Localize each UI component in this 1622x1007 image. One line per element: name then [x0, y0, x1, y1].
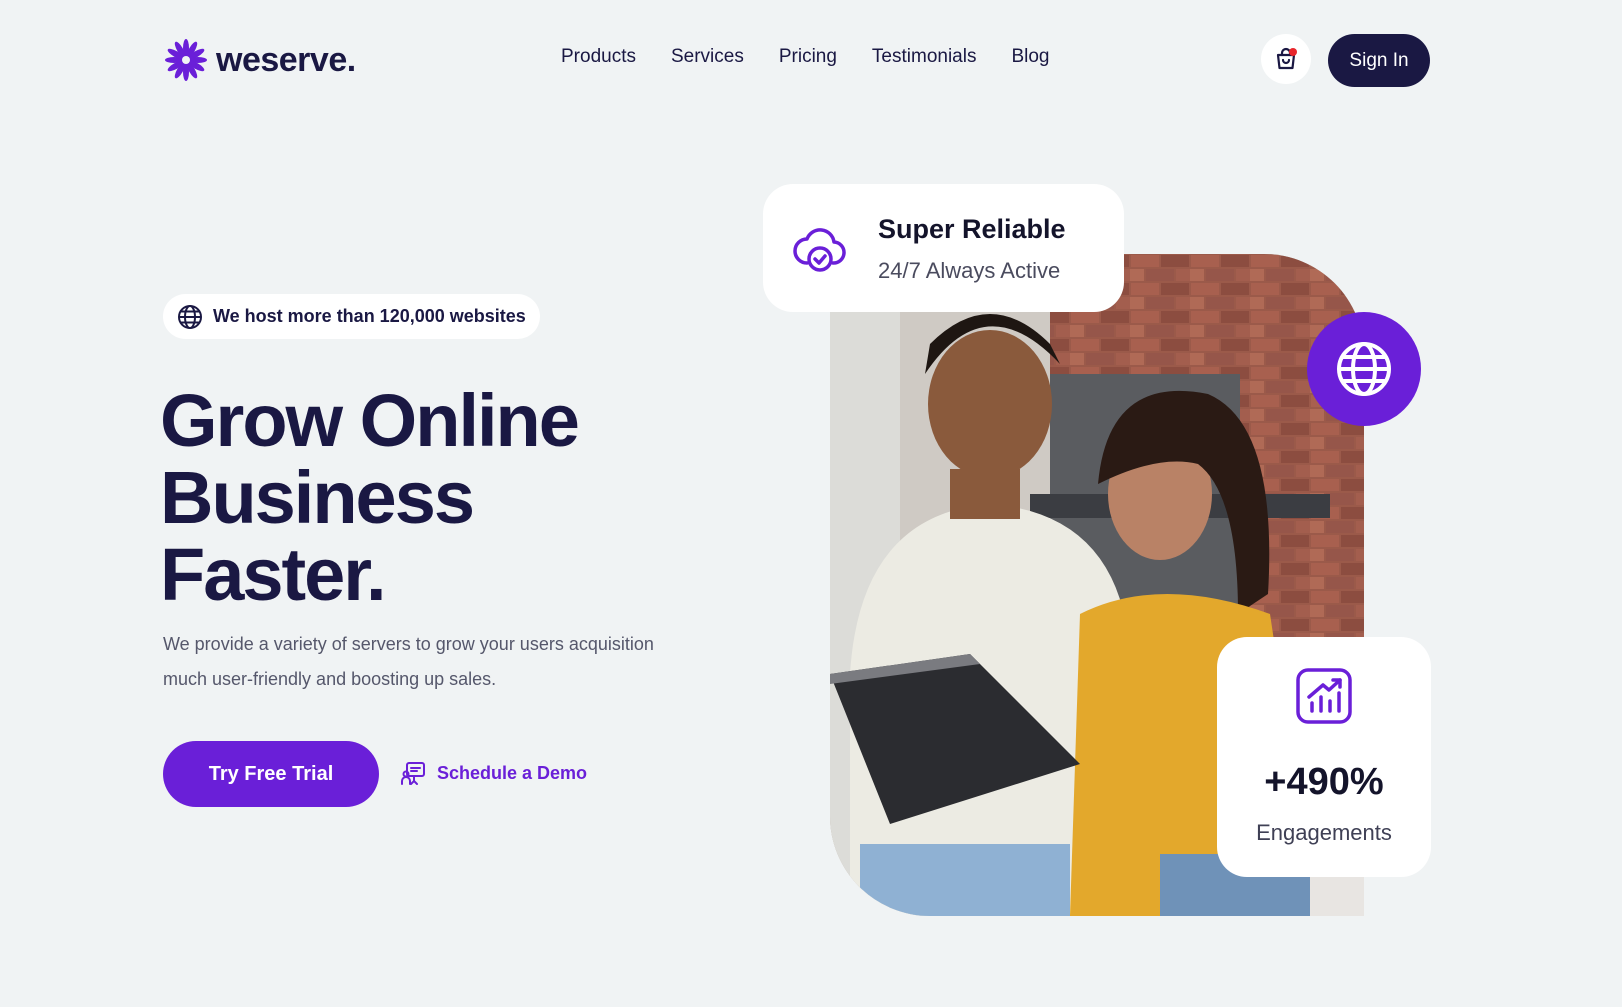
globe-icon: [178, 304, 202, 329]
nav-item-blog[interactable]: Blog: [1011, 46, 1049, 68]
try-free-trial-button[interactable]: Try Free Trial: [163, 741, 379, 807]
presentation-icon: [401, 762, 425, 785]
hero-headline: Grow Online Business Faster.: [160, 382, 720, 613]
globe-icon: [1337, 342, 1391, 396]
cart-button[interactable]: [1261, 34, 1311, 84]
reliability-title: Super Reliable: [878, 214, 1066, 244]
brand-name: weserve.: [216, 40, 356, 79]
headline-line-2: Business: [160, 456, 475, 539]
flower-logo-icon: [165, 39, 207, 81]
headline-line-3: Faster.: [160, 533, 387, 616]
nav-item-pricing[interactable]: Pricing: [779, 46, 837, 68]
globe-badge: [1307, 312, 1421, 426]
hero-subtext: We provide a variety of servers to grow …: [163, 634, 654, 689]
nav-item-testimonials[interactable]: Testimonials: [872, 46, 977, 68]
cart-notification-dot: [1289, 48, 1297, 56]
cloud-check-icon: [793, 228, 846, 272]
engagement-value: +490%: [1264, 761, 1384, 803]
schedule-demo-link[interactable]: Schedule a Demo: [401, 760, 587, 786]
nav-item-products[interactable]: Products: [561, 46, 636, 68]
main-nav: Products Services Pricing Testimonials B…: [561, 46, 1050, 68]
hosting-stat-badge: We host more than 120,000 websites: [163, 294, 540, 339]
reliability-subtitle: 24/7 Always Active: [878, 258, 1061, 283]
sign-in-button[interactable]: Sign In: [1328, 34, 1430, 87]
headline-line-1: Grow Online: [160, 379, 580, 462]
reliability-card: Super Reliable 24/7 Always Active: [763, 184, 1124, 312]
chart-growth-icon: [1296, 668, 1352, 724]
engagement-label: Engagements: [1256, 820, 1392, 845]
brand-logo[interactable]: weserve.: [164, 38, 356, 82]
hosting-stat-text: We host more than 120,000 websites: [213, 306, 526, 326]
schedule-demo-label: Schedule a Demo: [437, 762, 588, 783]
engagement-card: +490% Engagements: [1217, 637, 1431, 877]
nav-item-services[interactable]: Services: [671, 46, 744, 68]
